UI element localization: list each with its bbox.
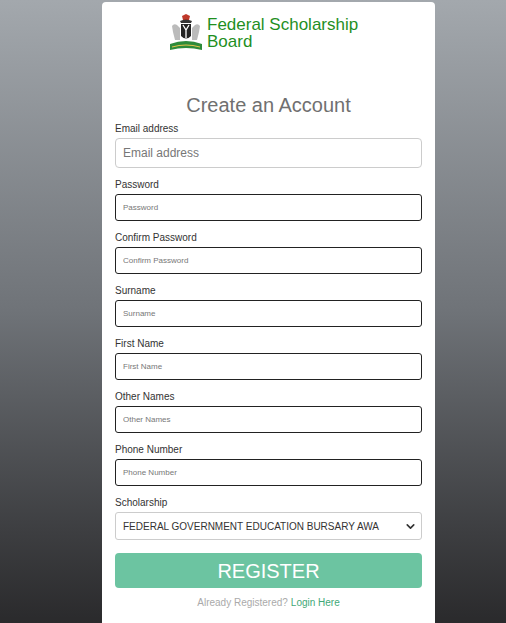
form-field: Other Names — [115, 391, 422, 433]
register-button[interactable]: REGISTER — [115, 553, 422, 588]
logo: Federal ScholarshipBoard — [115, 14, 422, 52]
select-value: FEDERAL GOVERNMENT EDUCATION BURSARY AWA — [123, 519, 402, 534]
form-field: Email address — [115, 123, 422, 168]
form-field: Surname — [115, 285, 422, 327]
register-card: Federal ScholarshipBoard Create an Accoun… — [102, 2, 435, 623]
text-input[interactable] — [115, 406, 422, 433]
coat-of-arms-icon — [168, 14, 204, 52]
form-field: Password — [115, 179, 422, 221]
field-label: Phone Number — [115, 444, 422, 455]
text-input[interactable] — [115, 194, 422, 221]
form-field: First Name — [115, 338, 422, 380]
logo-text: Federal Scholarship — [207, 16, 358, 33]
chevron-down-icon — [404, 520, 417, 533]
form-field: Phone Number — [115, 444, 422, 486]
logo-text: Board — [207, 33, 358, 50]
page-heading: Create an Account — [115, 93, 422, 117]
login-prompt-text: Already Registered? — [197, 597, 288, 609]
field-label: Email address — [115, 123, 422, 134]
text-input[interactable] — [115, 300, 422, 327]
form-field: Confirm Password — [115, 232, 422, 274]
field-label: Password — [115, 179, 422, 190]
scholarship-field: Scholarship FEDERAL GOVERNMENT EDUCATION … — [115, 497, 422, 540]
field-label: Confirm Password — [115, 232, 422, 243]
field-label: Other Names — [115, 391, 422, 402]
text-input[interactable] — [115, 247, 422, 274]
scholarship-select[interactable]: FEDERAL GOVERNMENT EDUCATION BURSARY AWA — [115, 512, 422, 540]
login-link[interactable]: Login Here — [291, 597, 340, 609]
page: Federal ScholarshipBoard Create an Accoun… — [0, 0, 506, 623]
field-label: Surname — [115, 285, 422, 296]
form: Email address Password Confirm Password Sur… — [115, 123, 422, 609]
field-label: Scholarship — [115, 497, 422, 508]
field-label: First Name — [115, 338, 422, 349]
login-prompt: Already Registered?Login Here — [115, 597, 422, 609]
text-input[interactable] — [115, 459, 422, 486]
text-input[interactable] — [115, 353, 422, 380]
text-input[interactable] — [115, 138, 422, 168]
